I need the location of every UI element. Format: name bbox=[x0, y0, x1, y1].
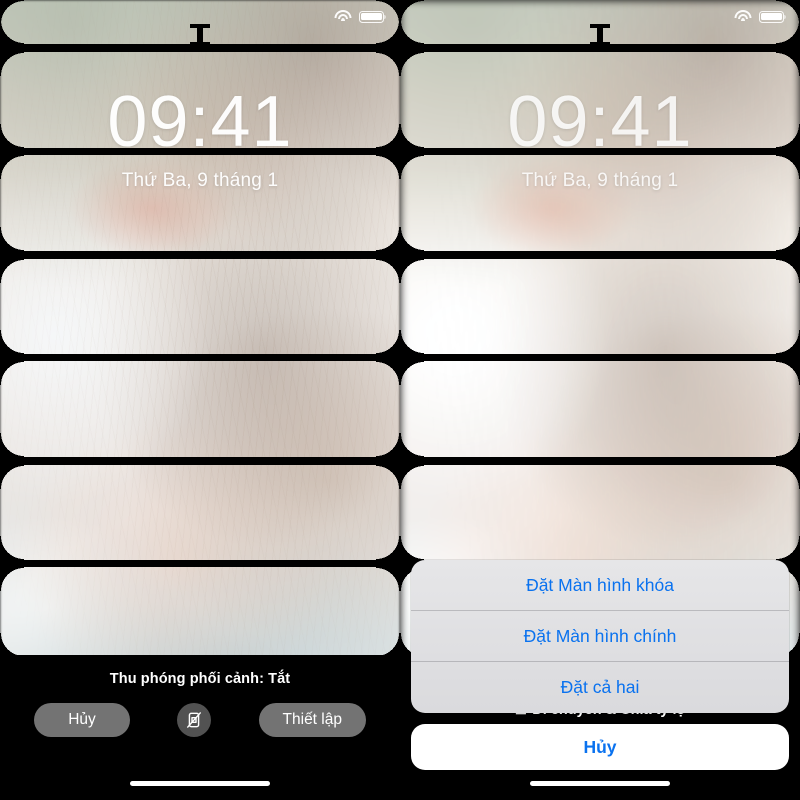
set-button[interactable]: Thiết lập bbox=[258, 703, 366, 737]
home-indicator[interactable] bbox=[130, 781, 270, 786]
toolbar-button-row: Hủy Thiết lập bbox=[0, 687, 400, 737]
left-phone-screen: 09:41 Thứ Ba, 9 tháng 1 Thu phóng phối c… bbox=[0, 0, 400, 800]
notch-divider bbox=[190, 24, 210, 46]
wifi-icon bbox=[734, 10, 751, 23]
battery-icon bbox=[759, 10, 787, 23]
perspective-zoom-label: Thu phóng phối cảnh: Tắt bbox=[109, 671, 291, 687]
perspective-zoom-off-icon[interactable] bbox=[177, 703, 212, 737]
notch-divider bbox=[590, 24, 610, 46]
status-bar bbox=[334, 10, 387, 23]
right-phone-screen: 09:41 Thứ Ba, 9 tháng 1 ⇲Di chuyển & Chi… bbox=[400, 0, 800, 800]
action-sheet: Đặt Màn hình khóa Đặt Màn hình chính Đặt… bbox=[411, 560, 789, 713]
dual-screenshot: 09:41 Thứ Ba, 9 tháng 1 Thu phóng phối c… bbox=[0, 0, 800, 800]
action-set-lock-screen[interactable]: Đặt Màn hình khóa bbox=[411, 560, 789, 611]
wifi-icon bbox=[334, 10, 351, 23]
home-indicator[interactable] bbox=[530, 781, 670, 786]
status-bar bbox=[734, 10, 787, 23]
wallpaper-toolbar: Thu phóng phối cảnh: Tắt Hủy Thiết lập bbox=[0, 655, 400, 800]
battery-icon bbox=[359, 10, 387, 23]
cancel-button[interactable]: Hủy bbox=[411, 724, 789, 770]
action-set-home-screen[interactable]: Đặt Màn hình chính bbox=[411, 611, 789, 662]
action-sheet-cancel: Hủy bbox=[411, 724, 789, 770]
cancel-button[interactable]: Hủy bbox=[34, 703, 130, 737]
action-set-both[interactable]: Đặt cả hai bbox=[411, 662, 789, 713]
